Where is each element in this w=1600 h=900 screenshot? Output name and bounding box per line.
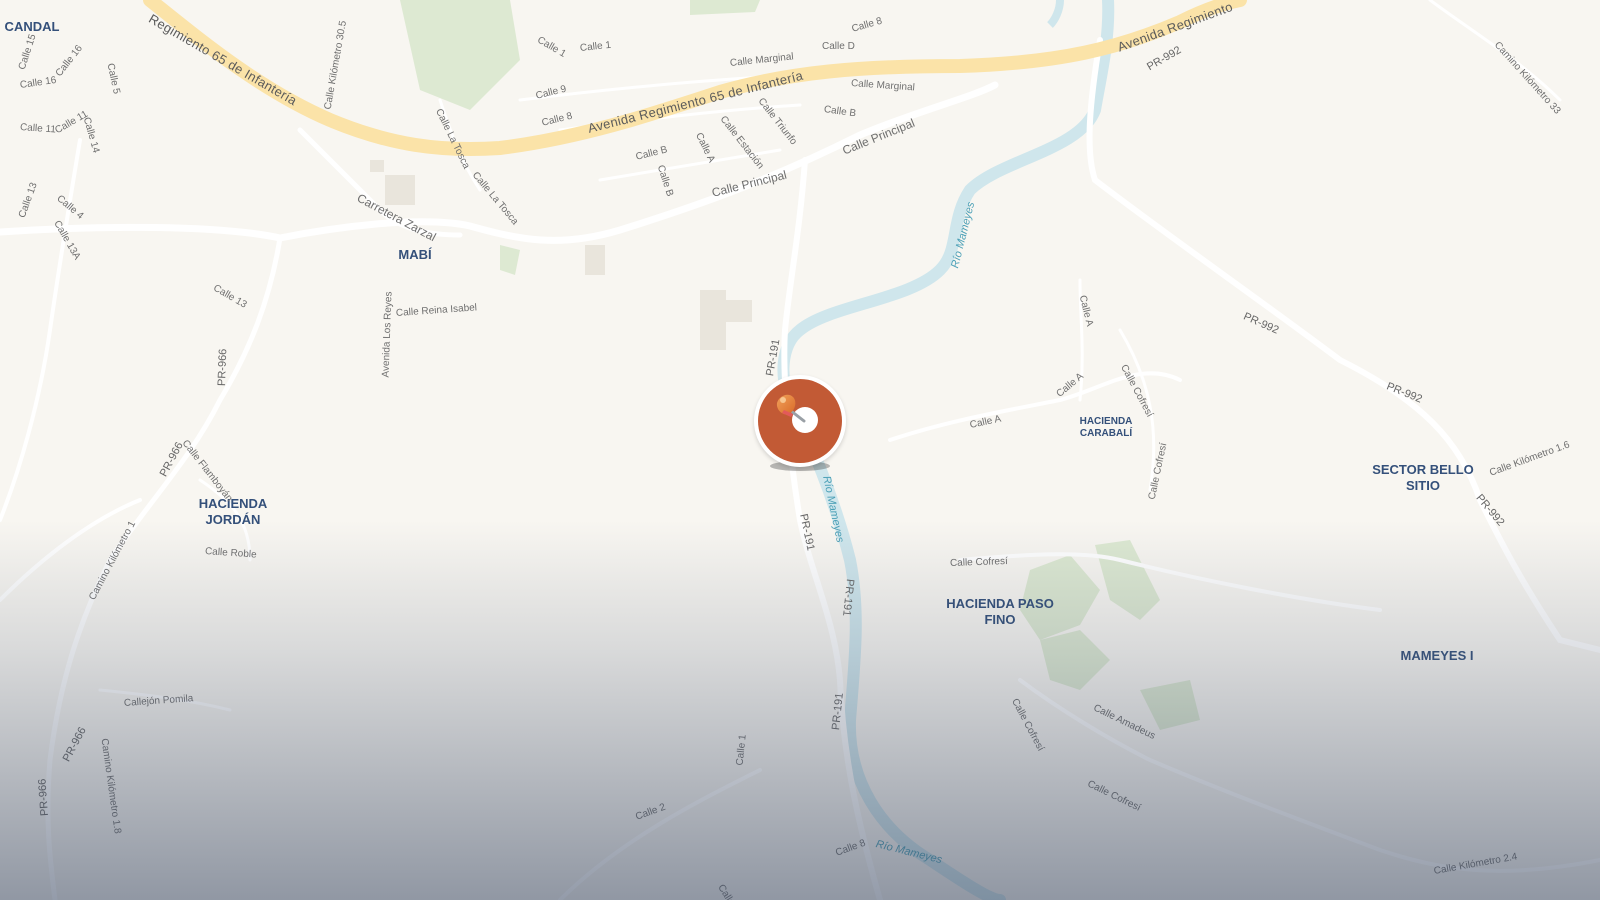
place-label-mabi: MABÍ [398,247,432,262]
place-label-hacienda-carabali: HACIENDA CARABALÍ [1079,416,1133,439]
place-label-sector-bello-sitio: SECTOR BELLO SITIO [1372,462,1474,493]
pin-icon [776,394,818,433]
map-view[interactable]: CANDAL MABÍ HACIENDA CARABALÍ HACIENDA J… [0,0,1600,900]
place-label-mameyes-i: MAMEYES I [1400,648,1474,663]
place-label-hacienda-paso-fino: HACIENDA PASO FINO [946,596,1054,627]
route-label-pr966-far: PR-966 [36,778,51,817]
route-label-pr966-north: PR-966 [216,348,230,387]
place-label-candal: CANDAL [4,19,60,34]
location-marker[interactable] [754,375,846,471]
street-label-calle-d: Calle D [822,41,855,52]
place-label-hacienda-jordan: HACIENDA JORDÁN [198,496,268,527]
street-label-calle-cofresi-1: Calle Cofresí [949,555,1008,569]
